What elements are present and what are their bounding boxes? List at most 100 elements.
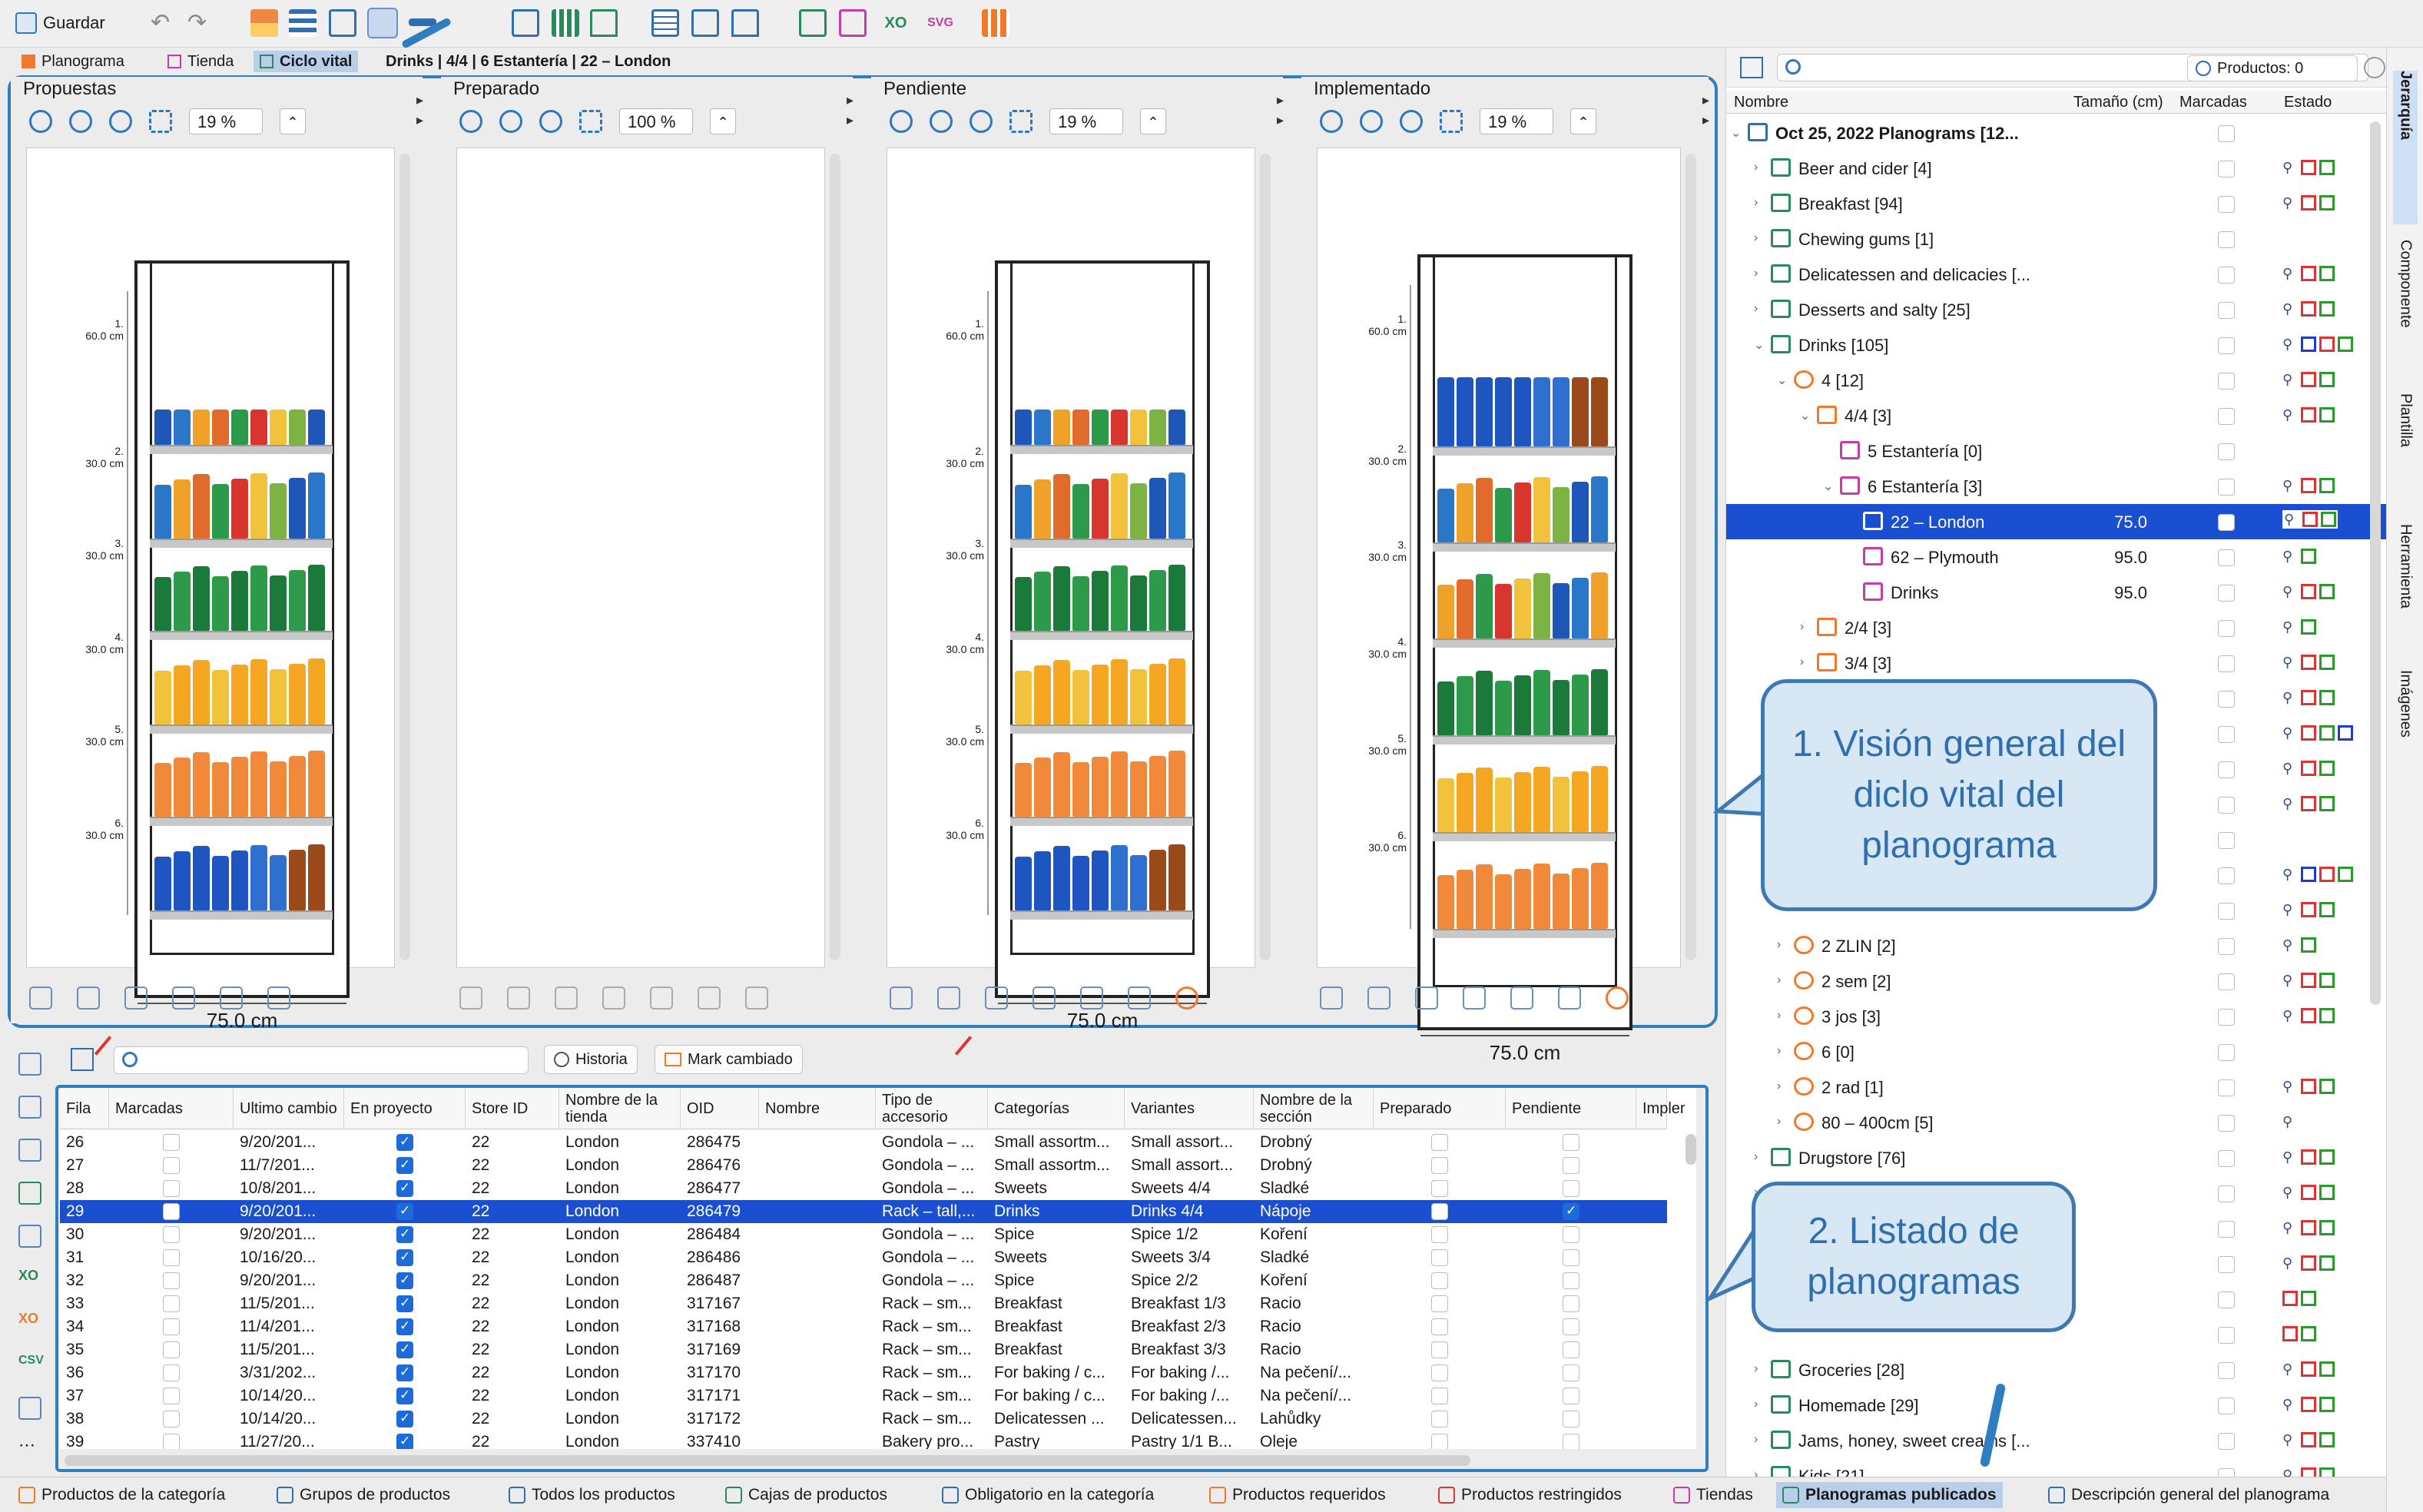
marked-checkbox[interactable] [2218, 1150, 2235, 1167]
tree-row[interactable]: ⌄ 6 Estantería [3] ⚲ [1726, 469, 2387, 504]
col-marcadas[interactable]: Marcadas [2179, 94, 2247, 111]
compare-icon[interactable] [839, 9, 867, 37]
marked-checkbox[interactable] [2218, 1009, 2235, 1026]
col-estado[interactable]: Estado [2284, 94, 2332, 111]
zoom-in-icon[interactable] [890, 110, 913, 133]
expand-chevron-icon[interactable]: ⌄ [1777, 373, 1787, 388]
column-header[interactable]: Variantes [1125, 1088, 1254, 1129]
expand-chevron-icon[interactable]: › [1777, 973, 1781, 987]
row-checkbox[interactable] [1563, 1411, 1579, 1427]
row-checkbox[interactable] [1431, 1388, 1448, 1404]
tree-row[interactable]: › Drugstore [76] ⚲ [1726, 1140, 2387, 1175]
row-checkbox[interactable] [163, 1203, 180, 1220]
zoom-fit-icon[interactable] [1400, 110, 1423, 133]
marked-checkbox[interactable] [2218, 549, 2235, 566]
tree-row[interactable]: 22 – London 75.0 ⚲ [1726, 504, 2387, 539]
collapse-arrow-icon[interactable]: ▸ [1277, 92, 1284, 108]
inspect-icon[interactable] [890, 986, 913, 1010]
pointer-icon[interactable] [1367, 986, 1390, 1010]
row-checkbox[interactable] [396, 1411, 413, 1427]
column-header[interactable]: En proyecto [344, 1088, 466, 1129]
export-svg-icon[interactable]: SVG [926, 9, 954, 37]
zoom-stepper[interactable]: ⌃ [710, 108, 736, 134]
fit-page-icon[interactable] [1440, 110, 1463, 133]
row-checkbox[interactable] [1431, 1295, 1448, 1312]
zoom-out-icon[interactable] [930, 110, 953, 133]
row-checkbox[interactable] [396, 1226, 413, 1243]
marked-checkbox[interactable] [2218, 867, 2235, 884]
row-checkbox[interactable] [1563, 1318, 1579, 1335]
column-header[interactable]: Pendiente [1506, 1088, 1636, 1129]
row-checkbox[interactable] [396, 1157, 413, 1174]
tab-ciclo-vital[interactable]: Ciclo vital [254, 51, 359, 72]
marked-checkbox[interactable] [2218, 337, 2235, 354]
expand-chevron-icon[interactable]: › [1777, 1079, 1781, 1093]
row-checkbox[interactable] [1563, 1364, 1579, 1381]
expand-chevron-icon[interactable]: › [1777, 1044, 1781, 1058]
expand-chevron-icon[interactable]: › [1777, 1115, 1781, 1129]
row-checkbox[interactable] [1563, 1249, 1579, 1266]
table-row[interactable]: 28 10/8/201... 22 London 286477 Gondola – ...… [60, 1177, 1667, 1200]
row-checkbox[interactable] [1563, 1203, 1579, 1220]
pointer-icon[interactable] [799, 9, 827, 37]
marked-checkbox[interactable] [2218, 797, 2235, 814]
row-checkbox[interactable] [396, 1249, 413, 1266]
expand-chevron-icon[interactable]: › [1754, 1433, 1758, 1447]
expand-chevron-icon[interactable]: ⌄ [1754, 337, 1764, 353]
table-row[interactable]: 37 10/14/20... 22 London 317171 Rack – sm... F… [60, 1384, 1667, 1408]
zoom-in-icon[interactable] [1320, 110, 1343, 133]
column-header[interactable]: Categorías [988, 1088, 1125, 1129]
tab-plantilla[interactable]: Plantilla [2393, 393, 2418, 509]
row-checkbox[interactable] [1563, 1295, 1579, 1312]
row-checkbox[interactable] [1563, 1157, 1579, 1174]
marked-checkbox[interactable] [2218, 302, 2235, 319]
zoom-stepper[interactable]: ⌃ [1570, 108, 1596, 134]
bottom-tab-10[interactable]: Descripción general del planograma [2042, 1482, 2335, 1508]
collapse-arrow-icon[interactable]: ▸ [416, 112, 424, 128]
row-checkbox[interactable] [163, 1295, 180, 1312]
marked-checkbox[interactable] [2218, 1327, 2235, 1344]
print-icon[interactable] [1510, 986, 1533, 1010]
row-checkbox[interactable] [396, 1341, 413, 1358]
expand-chevron-icon[interactable]: › [1754, 267, 1758, 280]
col-tamano[interactable]: Tamaño (cm) [2073, 94, 2163, 111]
marked-checkbox[interactable] [2218, 832, 2235, 849]
export-csv-icon[interactable]: CSV [18, 1354, 44, 1377]
marked-checkbox[interactable] [2218, 443, 2235, 460]
check-icon[interactable] [18, 1053, 41, 1076]
bottom-tab-7[interactable]: Productos restringidos [1432, 1482, 1628, 1508]
fit-page-icon[interactable] [579, 110, 602, 133]
zoom-stepper[interactable]: ⌃ [280, 108, 306, 134]
fit-page-icon[interactable] [149, 110, 172, 133]
tag-icon[interactable] [1558, 986, 1581, 1010]
zoom-value-field[interactable]: 19 % [1049, 108, 1123, 134]
marked-checkbox[interactable] [2218, 1433, 2235, 1450]
copy-icon[interactable] [18, 1096, 41, 1119]
row-checkbox[interactable] [163, 1411, 180, 1427]
marked-checkbox[interactable] [2218, 1256, 2235, 1273]
row-checkbox[interactable] [396, 1364, 413, 1381]
tree-row[interactable]: › Groceries [28] ⚲ [1726, 1352, 2387, 1388]
expand-chevron-icon[interactable]: › [1754, 1398, 1758, 1411]
row-checkbox[interactable] [163, 1180, 180, 1197]
column-header[interactable]: OID [681, 1088, 759, 1129]
expand-chevron-icon[interactable]: ⌄ [1800, 408, 1810, 423]
expand-chevron-icon[interactable]: › [1754, 302, 1758, 316]
compare-icon[interactable] [602, 986, 625, 1010]
table-row[interactable]: 39 11/27/20... 22 London 337410 Bakery pro...… [60, 1431, 1667, 1449]
compare-icon[interactable] [1033, 986, 1056, 1010]
tree-row[interactable]: › Beer and cider [4] ⚲ [1726, 151, 2387, 186]
marked-checkbox[interactable] [2218, 231, 2235, 248]
marked-checkbox[interactable] [2218, 938, 2235, 955]
tab-componente[interactable]: Componente [2393, 240, 2418, 378]
row-checkbox[interactable] [1431, 1203, 1448, 1220]
zoom-out-icon[interactable] [1360, 110, 1383, 133]
tree-row[interactable]: › 6 [0] [1726, 1034, 2387, 1069]
hand-icon[interactable] [124, 986, 148, 1010]
tree-row[interactable]: › 2 rad [1] ⚲ [1726, 1069, 2387, 1105]
table-row[interactable]: 27 11/7/201... 22 London 286476 Gondola – ...… [60, 1154, 1667, 1177]
tab-imagenes[interactable]: Imágenes [2393, 670, 2418, 785]
row-checkbox[interactable] [396, 1318, 413, 1335]
bottom-tab-4[interactable]: Cajas de productos [719, 1482, 893, 1508]
collapse-arrow-icon[interactable]: ▸ [1702, 92, 1710, 108]
